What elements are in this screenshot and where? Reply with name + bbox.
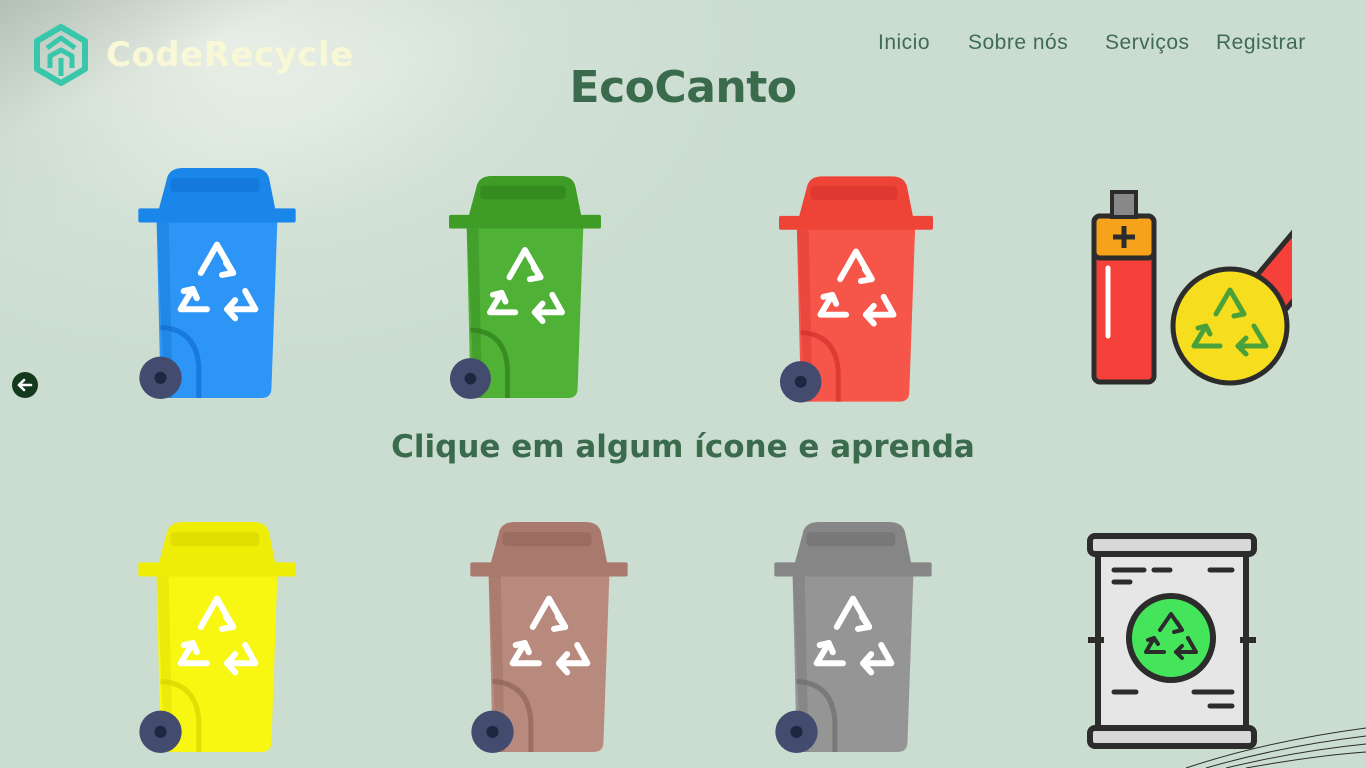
- red-bin-button[interactable]: [777, 174, 935, 404]
- recycle-bin-icon: [138, 522, 296, 753]
- nav-inicio[interactable]: Inicio: [878, 31, 930, 55]
- nav-servicos[interactable]: Serviços: [1105, 31, 1190, 55]
- page-title: EcoCanto: [569, 62, 797, 113]
- gray-bin-button[interactable]: [772, 520, 934, 754]
- brown-bin-button[interactable]: [468, 520, 630, 754]
- recycle-bin-icon: [778, 176, 934, 403]
- arrow-left-icon: [17, 378, 33, 392]
- yellow-bin-button[interactable]: [136, 520, 298, 754]
- recycle-bin-icon: [470, 522, 628, 753]
- recycle-bin-icon: [449, 175, 601, 400]
- recycle-bin-icon: [774, 522, 932, 753]
- battery-recycle-icon: ×: [1091, 190, 1292, 386]
- decorative-lines: [1185, 727, 1366, 768]
- recycle-bin-icon: [138, 168, 296, 399]
- top-navigation: Inicio Sobre nós Serviços Registrar: [0, 31, 1366, 61]
- blue-bin-button[interactable]: [136, 166, 298, 400]
- instruction-text: Clique em algum ícone e aprenda: [391, 429, 975, 465]
- battery-recycle-button[interactable]: ×: [1088, 186, 1292, 388]
- nav-registrar[interactable]: Registrar: [1216, 31, 1306, 55]
- green-bin-button[interactable]: [447, 174, 603, 400]
- nav-sobre-nos[interactable]: Sobre nós: [968, 31, 1068, 55]
- carousel-prev-button[interactable]: [12, 372, 38, 398]
